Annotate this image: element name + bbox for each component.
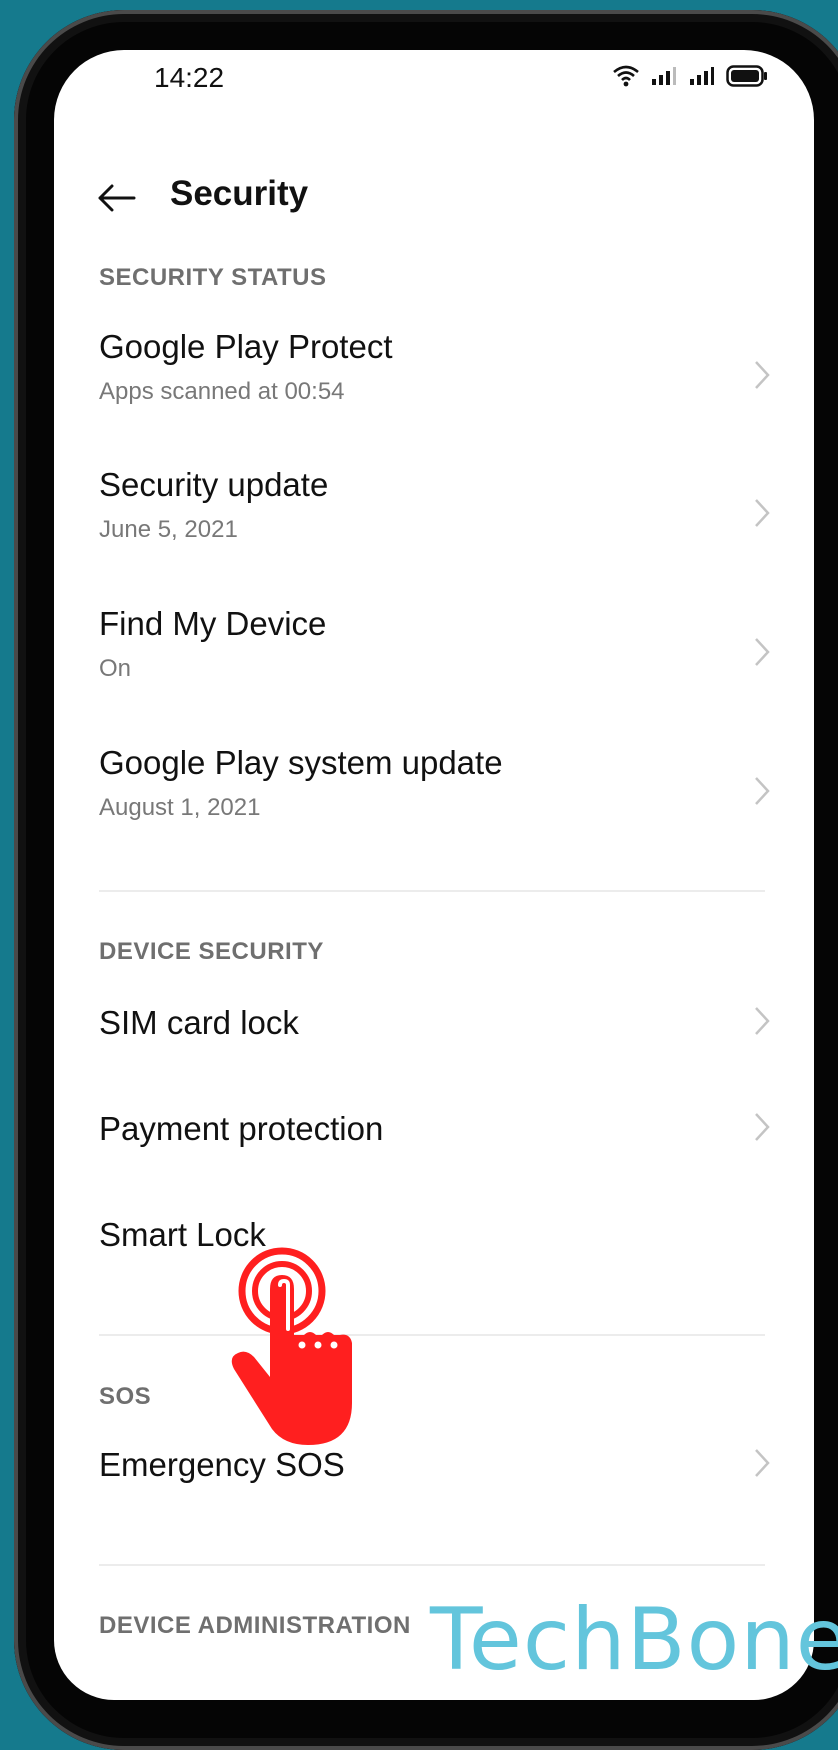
battery-icon [726,65,767,87]
list-item-title: Find My Device [99,605,327,642]
list-item-security-update[interactable]: Security update June 5, 2021 [54,436,814,566]
list-item-subtitle: On [99,655,132,682]
list-item-title: Google Play Protect [99,328,393,365]
chevron-right-icon [755,1449,770,1477]
list-item-find-my-device[interactable]: Find My Device On [54,575,814,705]
back-arrow-icon[interactable] [94,176,138,220]
chevron-right-icon [755,777,770,805]
app-header: Security [54,160,814,240]
list-item-smart-lock[interactable]: Smart Lock [54,1182,814,1282]
chevron-right-icon [755,361,770,389]
page-title: Security [170,174,309,213]
chevron-right-icon [755,1007,770,1035]
status-bar: 14:22 [54,50,814,110]
wifi-icon [613,65,639,87]
phone-screen: 14:22 Security SECURITY STATUS Google Pl… [54,50,814,1700]
status-time: 14:22 [154,62,225,93]
section-header-sos: SOS [99,1383,152,1410]
list-item-subtitle: Apps scanned at 00:54 [99,378,345,405]
list-item-title: Payment protection [99,1110,384,1147]
section-divider [99,890,765,892]
tap-hand-pointer-icon [231,1247,352,1445]
list-item-google-play-system-update[interactable]: Google Play system update August 1, 2021 [54,714,814,844]
list-item-subtitle: August 1, 2021 [99,794,261,821]
chevron-right-icon [755,1113,770,1141]
list-item-subtitle: June 5, 2021 [99,516,238,543]
list-item-google-play-protect[interactable]: Google Play Protect Apps scanned at 00:5… [54,298,814,428]
list-item-title: Security update [99,466,329,503]
section-header-security-status: SECURITY STATUS [99,264,327,291]
section-divider [99,1334,765,1336]
list-item-emergency-sos[interactable]: Emergency SOS [54,1412,814,1512]
list-item-title: SIM card lock [99,1004,299,1041]
chevron-right-icon [755,499,770,527]
list-item-payment-protection[interactable]: Payment protection [54,1076,814,1176]
status-icons [612,64,768,88]
section-divider [99,1564,765,1566]
section-header-device-administration: DEVICE ADMINISTRATION [99,1612,411,1639]
signal-icon-sim2 [690,67,714,85]
techbone-watermark: TechBone [430,1590,838,1690]
list-item-title: Google Play system update [99,744,503,781]
signal-icon-sim1 [652,67,676,85]
list-item-sim-card-lock[interactable]: SIM card lock [54,970,814,1070]
chevron-right-icon [755,638,770,666]
section-header-device-security: DEVICE SECURITY [99,938,324,965]
